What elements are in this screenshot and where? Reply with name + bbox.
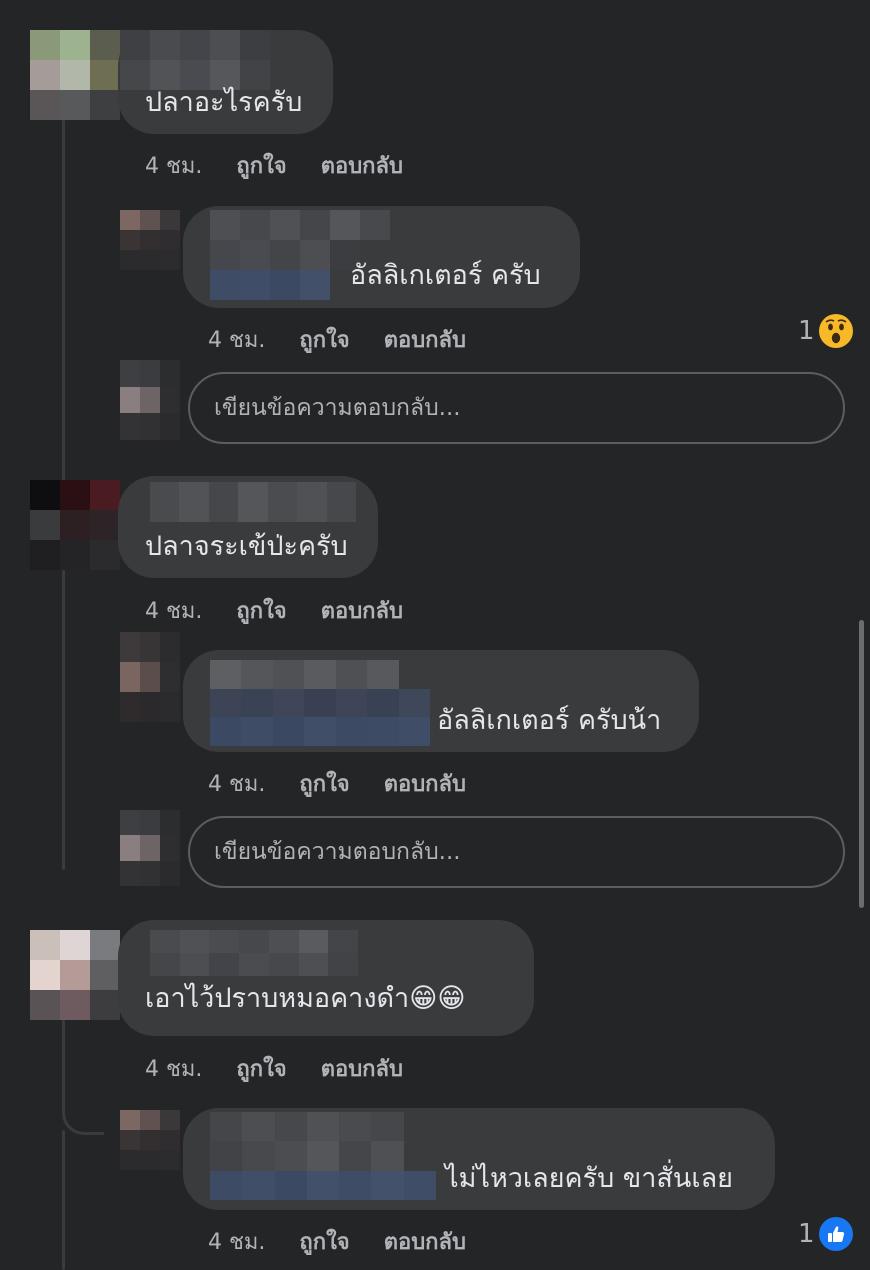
comment-text: ปลาอะไรครับ [145,87,303,118]
commenter-name[interactable] [120,30,270,90]
thread-line [62,1130,65,1270]
thread-curve [62,1095,104,1135]
reply-input[interactable]: เขียนข้อความตอบกลับ... [188,372,845,444]
comment-time[interactable]: 4 ชม. [145,593,202,628]
reply-time[interactable]: 4 ชม. [208,322,265,357]
like-button[interactable]: ถูกใจ [299,1224,349,1259]
comment-text: ปลาจระเข้ป่ะครับ [145,531,348,562]
avatar[interactable] [120,632,180,722]
reply-actions: 4 ชม. ถูกใจ ตอบกลับ [208,1224,466,1259]
commenter-name[interactable] [150,482,356,522]
comment-actions: 4 ชม. ถูกใจ ตอบกลับ [145,148,403,183]
my-avatar [120,360,180,440]
reply-button[interactable]: ตอบกลับ [384,1224,466,1259]
reply-actions: 4 ชม. ถูกใจ ตอบกลับ [208,766,466,801]
reply-text: อัลลิเกเตอร์ ครับน้า [437,705,662,736]
avatar[interactable] [120,1110,180,1170]
reply-time[interactable]: 4 ชม. [208,1224,265,1259]
comment-text-body: เอาไว้ปราบหมอคางดำ [145,983,410,1014]
reply-text: อัลลิเกเตอร์ ครับ [350,260,541,291]
reply-input-placeholder: เขียนข้อความตอบกลับ... [214,395,461,421]
avatar[interactable] [30,30,120,120]
avatar[interactable] [120,210,180,270]
reply-button[interactable]: ตอบกลับ [384,322,466,357]
comment-time[interactable]: 4 ชม. [145,148,202,183]
reply-actions: 4 ชม. ถูกใจ ตอบกลับ [208,322,466,357]
commenter-name[interactable] [150,930,358,976]
like-icon [818,1217,853,1251]
reply-input[interactable]: เขียนข้อความตอบกลับ... [188,816,845,888]
my-avatar [120,810,180,886]
comment-actions: 4 ชม. ถูกใจ ตอบกลับ [145,593,403,628]
like-button[interactable]: ถูกใจ [236,148,286,183]
comment-time[interactable]: 4 ชม. [145,1051,202,1086]
avatar[interactable] [30,480,120,570]
wow-icon [818,314,853,348]
scrollbar-thumb[interactable] [859,620,864,908]
reply-text: ไม่ไหวเลยครับ ขาสั่นเลย [445,1163,733,1194]
like-button[interactable]: ถูกใจ [299,766,349,801]
reply-button[interactable]: ตอบกลับ [321,593,403,628]
reaction-summary[interactable]: 1 [798,314,853,348]
grin-emoji: 😁😁 [409,983,466,1014]
reaction-count: 1 [798,316,815,346]
avatar[interactable] [30,930,120,1020]
reply-input-placeholder: เขียนข้อความตอบกลับ... [214,839,461,865]
commenter-name[interactable] [210,1112,436,1200]
reply-button[interactable]: ตอบกลับ [321,1051,403,1086]
reaction-count: 1 [798,1219,815,1249]
reaction-summary[interactable]: 1 [798,1217,853,1251]
like-button[interactable]: ถูกใจ [236,1051,286,1086]
comment-text: เอาไว้ปราบหมอคางดำ😁😁 [145,985,466,1012]
like-button[interactable]: ถูกใจ [299,322,349,357]
commenter-name[interactable] [210,660,430,746]
thread-line [62,1020,65,1100]
reply-button[interactable]: ตอบกลับ [384,766,466,801]
reply-button[interactable]: ตอบกลับ [321,148,403,183]
reply-time[interactable]: 4 ชม. [208,766,265,801]
like-button[interactable]: ถูกใจ [236,593,286,628]
comment-actions: 4 ชม. ถูกใจ ตอบกลับ [145,1051,403,1086]
